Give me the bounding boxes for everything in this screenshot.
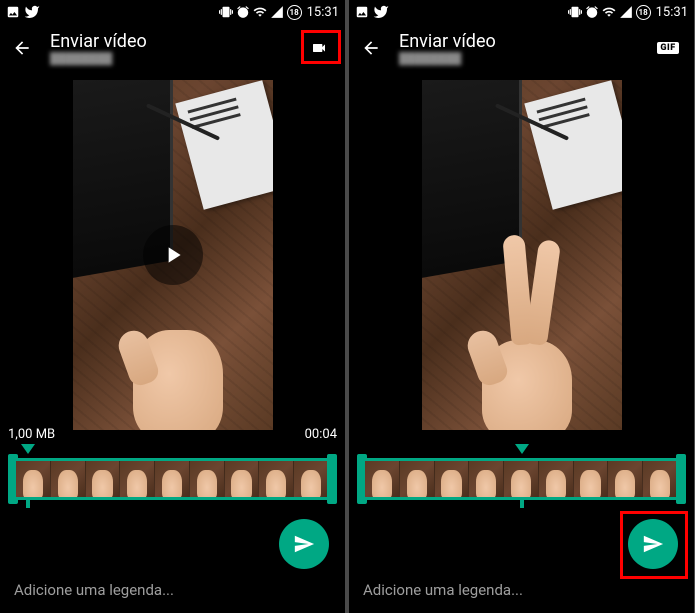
gallery-icon [355,5,369,19]
play-icon [160,242,186,268]
video-trimmer[interactable] [357,452,686,512]
thumbnail-frame [190,461,225,497]
battery-indicator: 18 [287,5,302,20]
twitter-icon [24,4,40,20]
playhead-marker[interactable] [21,444,35,454]
caption-input[interactable]: Adicione uma legenda... [363,553,680,599]
titles: Enviar vídeo ████████ [399,31,636,65]
alarm-icon [236,5,250,19]
thumbnail-frame [16,461,51,497]
status-left-icons [355,4,389,20]
file-size: 1,00 MB [8,427,55,442]
thumbnail-frame [259,461,294,497]
thumbnail-frame [574,461,609,497]
video-trimmer[interactable] [8,452,337,512]
clock: 15:31 [656,5,688,20]
thumbnail-frame [294,461,329,497]
send-button[interactable] [279,519,329,569]
trim-handle-right[interactable] [676,454,686,504]
video-preview-area: 1,00 MB 00:04 [0,72,345,442]
trim-handle-right[interactable] [327,454,337,504]
thumbnail-frame [365,461,400,497]
titles: Enviar vídeo ████████ [50,31,287,65]
app-bar: Enviar vídeo ████████ GIF [349,24,694,72]
phone-screen-left: 18 15:31 Enviar vídeo ████████ [0,0,345,613]
playhead-marker[interactable] [515,444,529,454]
status-bar: 18 15:31 [349,0,694,24]
thumbnail-frame [435,461,470,497]
wifi-icon [602,5,616,19]
phone-screen-right: 18 15:31 Enviar vídeo ████████ GIF [349,0,694,613]
wifi-icon [253,5,267,19]
send-button[interactable] [628,519,678,569]
contact-name: ████████ [50,52,287,65]
video-preview[interactable] [73,80,273,430]
thumbnail-frame [400,461,435,497]
video-camera-icon [308,40,330,56]
thumbnail-frame [504,461,539,497]
contact-name: ████████ [399,52,636,65]
gif-badge: GIF [657,42,678,54]
back-icon[interactable] [361,38,381,58]
status-right-icons: 18 15:31 [219,5,339,20]
thumbnail-frame [51,461,86,497]
alarm-icon [585,5,599,19]
filmstrip[interactable] [365,458,678,500]
status-right-icons: 18 15:31 [568,5,688,20]
thumbnail-frame [225,461,260,497]
play-button[interactable] [143,225,203,285]
filmstrip[interactable] [16,458,329,500]
status-left-icons [6,4,40,20]
signal-icon [619,5,633,19]
video-gif-toggle[interactable] [305,38,333,58]
vibrate-icon [568,5,582,19]
bottom-bar: Adicione uma legenda... [349,543,694,613]
back-icon[interactable] [12,38,32,58]
thumbnail-frame [120,461,155,497]
video-meta: 1,00 MB 00:04 [8,427,337,442]
app-bar: Enviar vídeo ████████ [0,24,345,72]
thumbnail-frame [539,461,574,497]
twitter-icon [373,4,389,20]
gallery-icon [6,5,20,19]
send-icon [642,533,664,555]
bottom-bar: Adicione uma legenda... [0,543,345,613]
duration: 00:04 [305,427,337,442]
vibrate-icon [219,5,233,19]
status-bar: 18 15:31 [0,0,345,24]
caption-input[interactable]: Adicione uma legenda... [14,553,331,599]
page-title: Enviar vídeo [399,31,636,52]
video-gif-toggle[interactable]: GIF [654,38,682,58]
thumbnail-frame [469,461,504,497]
battery-indicator: 18 [636,5,651,20]
clock: 15:31 [307,5,339,20]
thumbnail-frame [608,461,643,497]
page-title: Enviar vídeo [50,31,287,52]
thumbnail-frame [643,461,678,497]
thumbnail-frame [155,461,190,497]
video-preview-area [349,72,694,442]
send-icon [293,533,315,555]
video-preview[interactable] [422,80,622,430]
thumbnail-frame [86,461,121,497]
signal-icon [270,5,284,19]
